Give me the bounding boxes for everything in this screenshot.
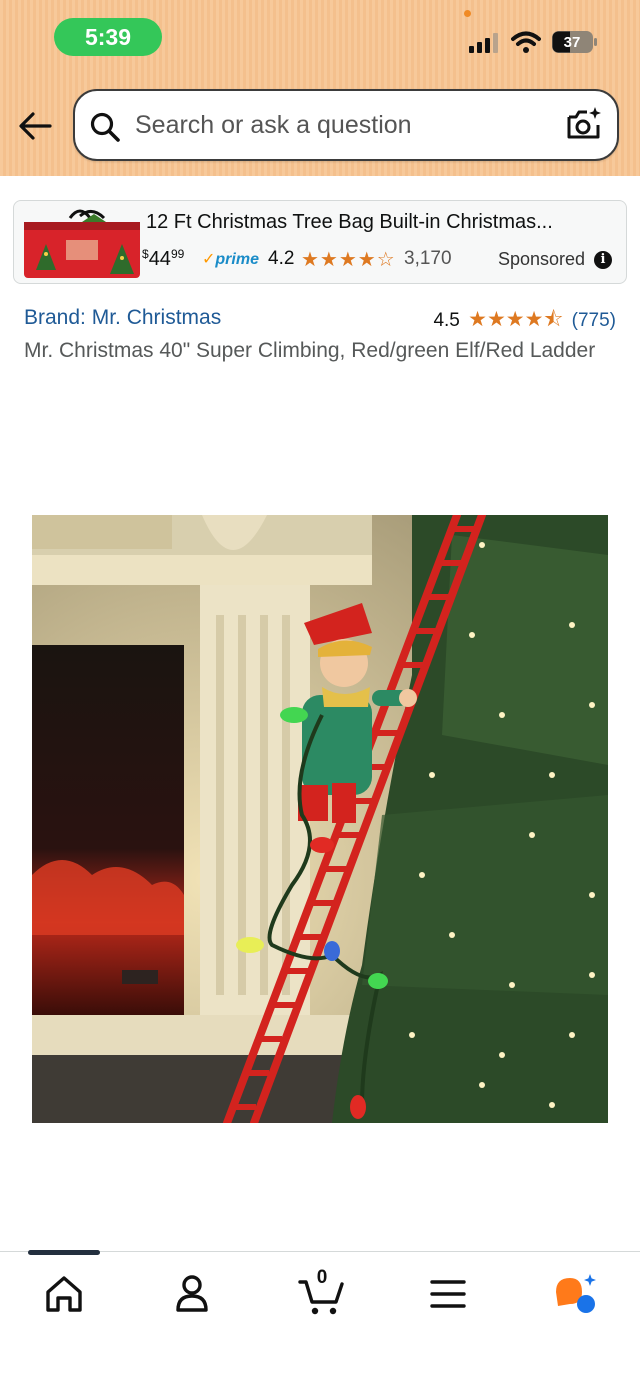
account-icon[interactable] xyxy=(168,1270,216,1318)
brand-link[interactable]: Brand: Mr. Christmas xyxy=(24,306,221,330)
search-bar[interactable]: Search or ask a question xyxy=(73,89,619,161)
ad-rating: 4.2 xyxy=(268,248,295,269)
active-tab-indicator xyxy=(28,1250,100,1255)
review-count-link[interactable]: (775) xyxy=(572,310,616,331)
search-icon xyxy=(90,112,120,142)
battery-level: 37 xyxy=(564,34,581,51)
header: 5:39 37 Search or ask a question xyxy=(0,0,640,176)
info-icon[interactable]: i xyxy=(594,251,612,269)
star-rating-icon: ★★★★⯪ xyxy=(468,308,564,331)
home-icon[interactable] xyxy=(40,1270,88,1318)
product-image[interactable] xyxy=(32,515,608,1123)
cellular-signal-icon xyxy=(469,33,498,53)
ad-review-count: 3,170 xyxy=(404,248,452,269)
product-title: Mr. Christmas 40" Super Climbing, Red/gr… xyxy=(24,339,596,362)
ad-product-image xyxy=(24,209,140,278)
prime-badge: ✓prime xyxy=(202,249,259,269)
cart-icon[interactable] xyxy=(298,1270,346,1318)
camera-search-icon[interactable] xyxy=(565,105,603,143)
ad-price-currency: $ xyxy=(142,247,149,261)
sponsored-ad-card[interactable]: 12 Ft Christmas Tree Bag Built-in Christ… xyxy=(13,200,627,284)
product-photo-illustration xyxy=(32,515,608,1123)
wifi-icon xyxy=(511,31,541,53)
sponsored-label: Sponsored xyxy=(498,249,586,269)
ad-price: $4499 xyxy=(142,247,184,271)
product-page: 5:39 37 Search or ask a question 12 Ft C… xyxy=(0,0,640,1386)
status-time: 5:39 xyxy=(54,18,162,56)
ad-star-rating-icon: ★★★★☆ xyxy=(301,249,396,271)
rating-value: 4.5 xyxy=(433,310,460,331)
back-arrow-icon[interactable] xyxy=(16,108,56,144)
prime-label: prime xyxy=(215,251,259,268)
product-rating[interactable]: 4.5 ★★★★⯪ (775) xyxy=(433,305,616,340)
ad-title[interactable]: 12 Ft Christmas Tree Bag Built-in Christ… xyxy=(146,211,553,234)
bottom-navigation: 0 xyxy=(0,1250,640,1386)
privacy-indicator-dot xyxy=(464,10,471,17)
ad-price-fraction: 99 xyxy=(170,247,185,261)
status-bar: 5:39 37 xyxy=(0,0,640,80)
ad-price-whole: 44 xyxy=(148,248,171,270)
search-input[interactable]: Search or ask a question xyxy=(135,91,412,159)
prime-check-icon: ✓ xyxy=(202,251,216,268)
rufus-icon[interactable] xyxy=(552,1270,600,1318)
battery-icon: 37 xyxy=(552,31,597,53)
menu-icon[interactable] xyxy=(424,1270,472,1318)
